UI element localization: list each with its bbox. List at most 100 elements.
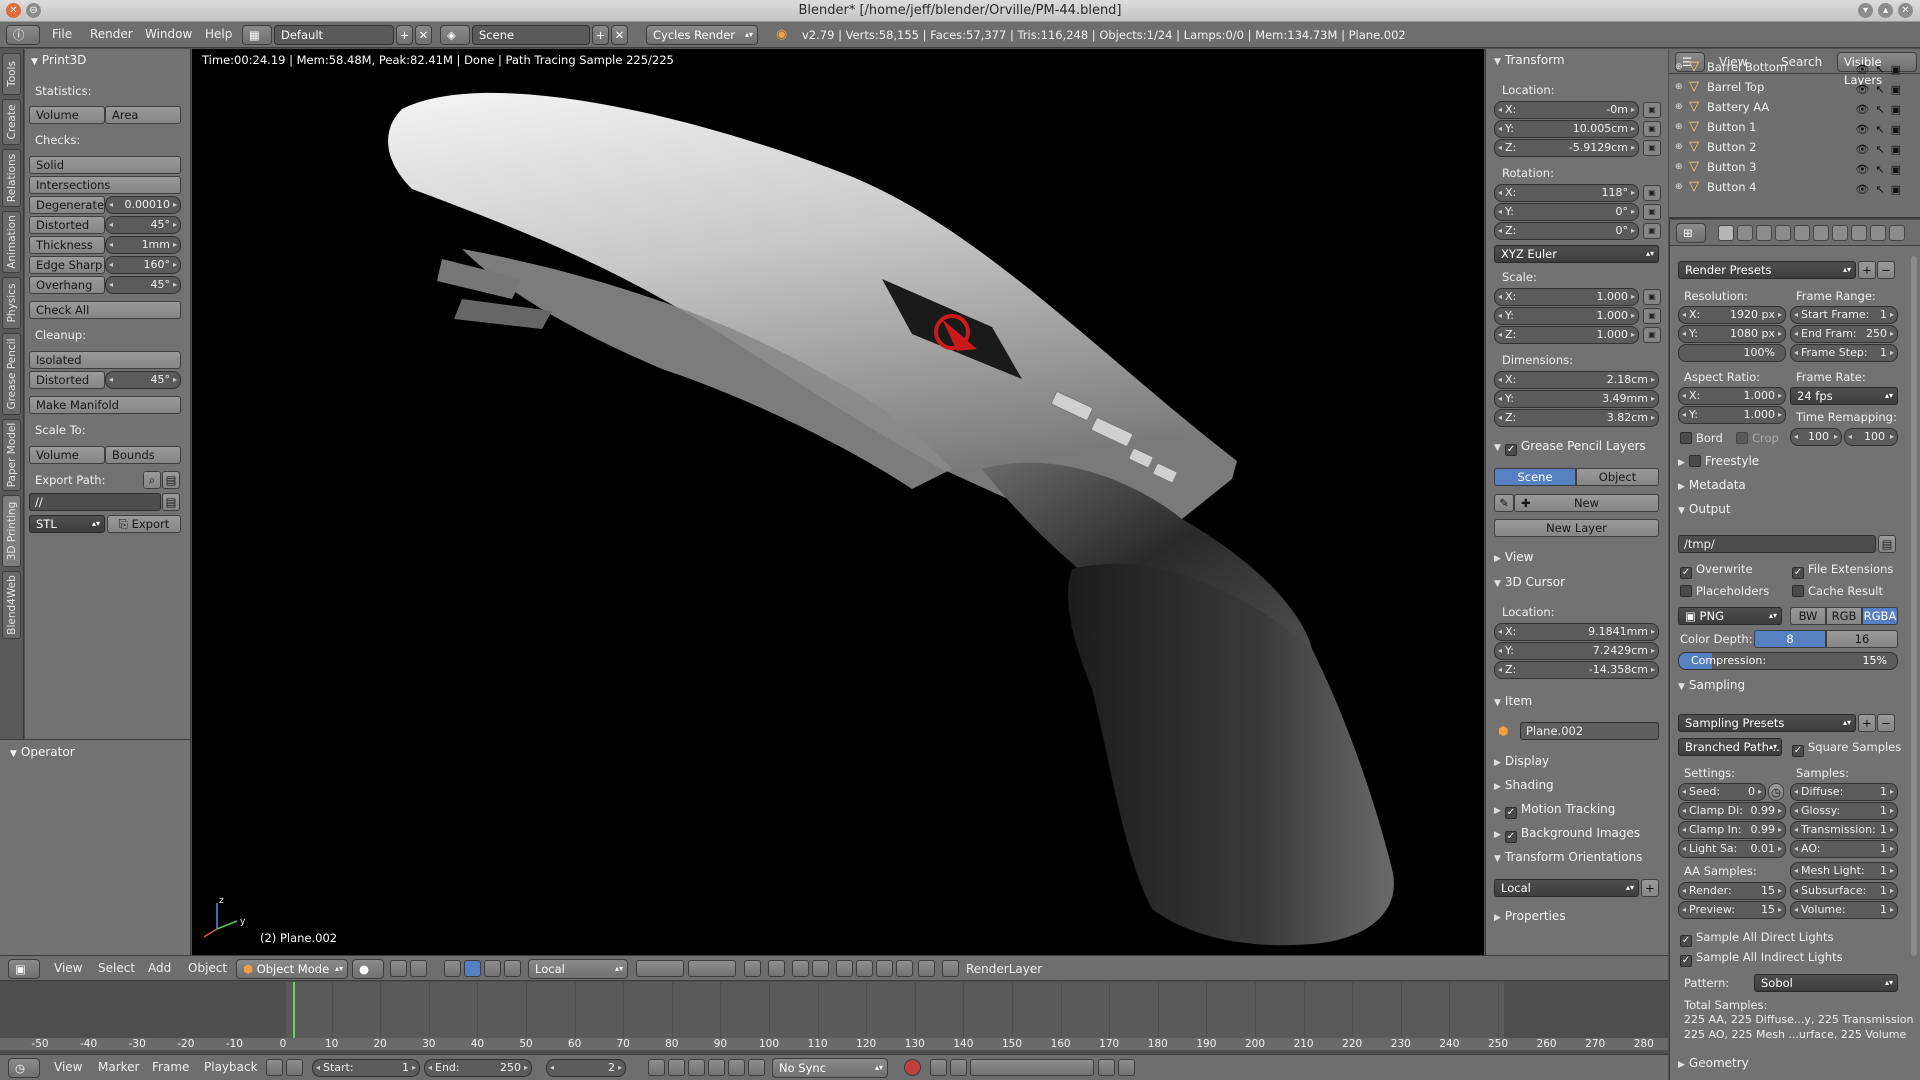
depth-16-button[interactable]: 16	[1826, 630, 1898, 648]
window-minimize-icon[interactable]: ▾	[1858, 3, 1873, 18]
seed-field[interactable]: ◂ Seed: 0 ▸	[1678, 783, 1766, 801]
properties-header[interactable]: ▶ Properties	[1494, 909, 1566, 923]
window-close-right-icon[interactable]: ✕	[1898, 3, 1913, 18]
menu-file[interactable]: File	[52, 27, 72, 41]
file-extensions-toggle[interactable]: ✓ File Extensions	[1792, 562, 1893, 579]
scale-bounds-button[interactable]: Bounds	[105, 446, 181, 464]
square-samples-toggle[interactable]: ✓ Square Samples	[1792, 740, 1901, 757]
jump-keyframe-forward-icon[interactable]	[728, 1059, 745, 1076]
lock-icon[interactable]: ▣	[1643, 140, 1661, 156]
menu-render[interactable]: Render	[90, 27, 133, 41]
record-icon[interactable]	[904, 1059, 921, 1076]
play-icon[interactable]	[708, 1059, 725, 1076]
render-layer-icon[interactable]	[942, 960, 959, 977]
edge-sharp-field[interactable]: ◂ 160° ▸	[105, 256, 181, 274]
cursor-x-field[interactable]: ◂ X: 9.1841mm ▸	[1494, 623, 1659, 641]
preview-range-icon[interactable]	[266, 1059, 283, 1076]
motion-tracking-header[interactable]: ▶ ✓ Motion Tracking	[1494, 802, 1615, 819]
metadata-header[interactable]: ▶ Metadata	[1678, 478, 1746, 492]
manipulator-extra-icon[interactable]	[504, 960, 521, 977]
frame-step-field[interactable]: ◂ Frame Step: 1 ▸	[1790, 344, 1898, 362]
color-rgba-button[interactable]: RGBA	[1862, 607, 1898, 625]
keyframe-type-icon[interactable]	[950, 1059, 967, 1076]
preset-add-icon[interactable]: +	[1858, 261, 1876, 279]
transform-orientation-select[interactable]: Local ▴▾	[528, 959, 628, 979]
lock-icon[interactable]: ▣	[1643, 204, 1661, 220]
tab-tools[interactable]: Tools	[2, 53, 21, 95]
transform-header[interactable]: ▼ Transform	[1494, 53, 1565, 67]
check-degenerate-button[interactable]: Degenerate	[29, 196, 105, 214]
sample-all-indirect-checkbox[interactable]: ✓	[1680, 955, 1692, 967]
lock-icon[interactable]: ▣	[1643, 223, 1661, 239]
check-all-button[interactable]: Check All	[29, 301, 181, 319]
thickness-field[interactable]: ◂ 1mm ▸	[105, 236, 181, 254]
export-button[interactable]: ⎘ Export	[107, 515, 181, 533]
compression-slider[interactable]: Compression: 15%	[1678, 652, 1898, 670]
snap-element-icon[interactable]	[812, 960, 829, 977]
border-toggle[interactable]: Bord	[1680, 431, 1723, 445]
manipulator-rotate-icon[interactable]	[464, 960, 481, 977]
clamp-indirect-field[interactable]: ◂ Clamp In: 0.99 ▸	[1678, 821, 1786, 839]
lock-range-icon[interactable]	[286, 1059, 303, 1076]
integrator-select[interactable]: Branched Path ... ▴▾	[1678, 738, 1782, 756]
jump-keyframe-back-icon[interactable]	[668, 1059, 685, 1076]
expand-plus-icon[interactable]: ⊕	[1675, 97, 1683, 117]
snap-target-icon[interactable]	[836, 960, 853, 977]
mesh-light-samples-field[interactable]: ◂ Mesh Light: 1 ▸	[1790, 862, 1898, 880]
object-menu[interactable]: Object	[188, 961, 227, 975]
manipulator-translate-icon[interactable]	[444, 960, 461, 977]
check-distorted-button[interactable]: Distorted	[29, 216, 105, 234]
keying-set-field[interactable]	[970, 1059, 1094, 1076]
timeline-marker-menu[interactable]: Marker	[98, 1060, 139, 1074]
check-solid-button[interactable]: Solid	[29, 156, 181, 174]
display-header[interactable]: ▶ Display	[1494, 754, 1549, 768]
render-context-icon[interactable]	[1718, 225, 1734, 241]
view-layers-icon[interactable]	[918, 960, 935, 977]
3d-view-editor-type-icon[interactable]: ▣ ▾	[8, 959, 40, 994]
make-manifold-button[interactable]: Make Manifold	[29, 396, 181, 414]
view-header[interactable]: ▶ View	[1494, 550, 1533, 564]
3d-viewport[interactable]: Time:00:24.19 | Mem:58.48M, Peak:82.41M …	[192, 49, 1484, 955]
snap-toggle-icon[interactable]	[792, 960, 809, 977]
timeline-playback-menu[interactable]: Playback	[204, 1060, 258, 1074]
insert-keyframe-icon[interactable]	[1098, 1059, 1115, 1076]
time-remap-new-field[interactable]: ◂ 100 ▸	[1844, 428, 1898, 446]
pattern-select[interactable]: Sobol ▴▾	[1754, 974, 1898, 992]
expand-plus-icon[interactable]: ⊕	[1675, 117, 1683, 137]
output-folder-icon[interactable]: ▤	[1878, 535, 1896, 553]
clamp-direct-field[interactable]: ◂ Clamp Di: 0.99 ▸	[1678, 802, 1786, 820]
info-editor-type-icon[interactable]: ⓘ ▾	[6, 25, 40, 60]
render-layers-icon[interactable]	[1737, 225, 1753, 241]
sample-all-direct-checkbox[interactable]: ✓	[1680, 935, 1692, 947]
gp-scene-button[interactable]: Scene	[1494, 468, 1576, 486]
3d-cursor-header[interactable]: ▼ 3D Cursor	[1494, 575, 1565, 589]
timeline[interactable]: -50 -40 -30 -20 -10 0 10 20 30 40 50 60 70 80 90 100 110…	[0, 982, 1668, 1050]
scale-y-field[interactable]: ◂ Y: 1.000 ▸	[1494, 307, 1639, 325]
background-images-checkbox[interactable]: ✓	[1504, 831, 1517, 843]
expand-plus-icon[interactable]: ⊕	[1675, 177, 1683, 197]
stat-area-button[interactable]: Area	[105, 106, 181, 124]
render-anim-icon[interactable]	[876, 960, 893, 977]
sampling-add-icon[interactable]: +	[1858, 714, 1876, 732]
dimensions-x-field[interactable]: ◂ X: 2.18cm ▸	[1494, 371, 1659, 389]
playhead[interactable]	[292, 982, 295, 1038]
scale-volume-button[interactable]: Volume	[29, 446, 105, 464]
seed-clock-icon[interactable]: ◷	[1768, 783, 1784, 801]
jump-end-icon[interactable]	[748, 1059, 765, 1076]
scene-remove-icon[interactable]: ✕	[611, 25, 628, 45]
transmission-samples-field[interactable]: ◂ Transmission: 1 ▸	[1790, 821, 1898, 839]
tab-paper-model[interactable]: Paper Model	[2, 419, 21, 491]
sample-all-direct-toggle[interactable]: ✓ Sample All Direct Lights	[1680, 930, 1833, 947]
file-format-select[interactable]: ▣ PNG ▴▾	[1678, 607, 1782, 625]
operator-panel-header[interactable]: ▼ Operator	[10, 745, 75, 759]
tab-physics[interactable]: Physics	[2, 277, 21, 329]
degenerate-field[interactable]: ◂ 0.00010 ▸	[105, 196, 181, 214]
viewport-shading-select[interactable]: ● ▾	[352, 959, 384, 994]
aspect-y-field[interactable]: ◂ Y: 1.000 ▸	[1678, 406, 1786, 424]
data-context-icon[interactable]	[1851, 225, 1867, 241]
sync-select[interactable]: No Sync ▴▾	[772, 1058, 888, 1078]
scale-z-field[interactable]: ◂ Z: 1.000 ▸	[1494, 326, 1639, 344]
output-path-input[interactable]: /tmp/	[1678, 535, 1876, 553]
select-menu[interactable]: Select	[98, 961, 135, 975]
diffuse-samples-field[interactable]: ◂ Diffuse: 1 ▸	[1790, 783, 1898, 801]
